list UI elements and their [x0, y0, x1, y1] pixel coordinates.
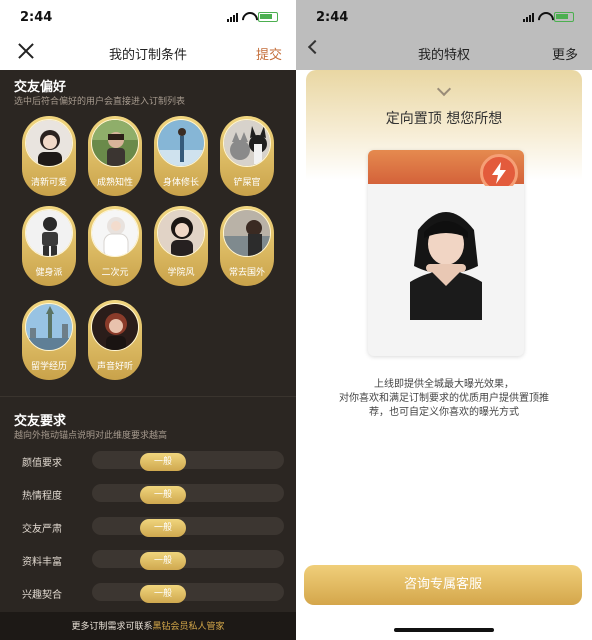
- privilege-card: 定向置顶 想您所想 上线即提供全城最大曝光效果， 对你喜欢和满足订制要求的优质用…: [306, 70, 582, 610]
- butler-link[interactable]: 黑钻会员私人管家: [153, 622, 225, 632]
- home-indicator: [394, 628, 494, 632]
- preference-tile-abroad[interactable]: 常去国外: [220, 206, 274, 286]
- preference-tile-tall[interactable]: 身体修长: [154, 116, 208, 196]
- feature-preview: [368, 150, 524, 356]
- page-title: 我的订制条件: [108, 48, 187, 63]
- privileges-screen: 2:44 我的特权 更多 定向置顶 想您所想 上线即提供全城最大曝光效果， 对你…: [296, 0, 592, 640]
- preference-label: 学院风: [167, 268, 195, 278]
- contact-service-button[interactable]: 咨询专属客服: [304, 565, 582, 605]
- preference-photo: [25, 209, 73, 257]
- nav-bar: 我的订制条件 提交: [0, 36, 296, 70]
- requirement-slider[interactable]: 一般: [92, 451, 284, 471]
- preference-tile-nice-voice[interactable]: 声音好听: [88, 300, 142, 380]
- submit-button[interactable]: 提交: [256, 44, 282, 63]
- status-bar: 2:44: [0, 0, 296, 36]
- requirement-row-profile-richness: 资料丰富 一般: [12, 548, 286, 570]
- slider-thumb[interactable]: 一般: [140, 453, 186, 471]
- requirement-label: 交友严肃: [22, 524, 62, 535]
- cell-signal-icon: [227, 13, 238, 22]
- preference-label: 健身派: [35, 268, 63, 278]
- preference-photo: [91, 303, 139, 351]
- preference-tile-anime[interactable]: 二次元: [88, 206, 142, 286]
- requirement-label: 颜值要求: [22, 458, 62, 469]
- more-button[interactable]: 更多: [552, 44, 578, 63]
- slider-thumb[interactable]: 一般: [140, 585, 186, 603]
- wifi-icon: [538, 12, 550, 22]
- preference-tile-fitness[interactable]: 健身派: [22, 206, 76, 286]
- preference-label: 留学经历: [30, 362, 67, 372]
- slider-thumb[interactable]: 一般: [140, 552, 186, 570]
- requirement-slider[interactable]: 一般: [92, 517, 284, 537]
- requirement-label: 资料丰富: [22, 557, 62, 568]
- status-time: 2:44: [316, 10, 349, 25]
- description-line: 对你喜欢和满足订制要求的优质用户提供置顶推: [339, 393, 549, 404]
- privilege-description: 上线即提供全城最大曝光效果， 对你喜欢和满足订制要求的优质用户提供置顶推 荐，也…: [306, 378, 582, 420]
- requirement-row-seriousness: 交友严肃 一般: [12, 515, 286, 537]
- preference-label: 清新可爱: [30, 178, 67, 188]
- preference-photo: [25, 303, 73, 351]
- preference-label: 声音好听: [96, 362, 133, 372]
- privilege-headline: 定向置顶 想您所想: [385, 111, 503, 127]
- description-line: 上线即提供全城最大曝光效果，: [374, 379, 514, 390]
- requirements-subtitle: 越向外拖动锚点说明对此维度要求越高: [14, 431, 168, 441]
- page-title: 我的特权: [417, 48, 470, 63]
- requirement-row-enthusiasm: 热情程度 一般: [12, 482, 286, 504]
- preference-tile-academy[interactable]: 学院风: [154, 206, 208, 286]
- profile-photo: [372, 186, 520, 320]
- description-line: 荐，也可自定义你喜欢的曝光方式: [369, 407, 519, 418]
- requirement-slider[interactable]: 一般: [92, 583, 284, 603]
- preference-photo: [91, 209, 139, 257]
- preference-photo: [91, 119, 139, 167]
- section-divider: [0, 396, 296, 397]
- slider-thumb[interactable]: 一般: [140, 519, 186, 537]
- status-icons: [227, 12, 278, 22]
- requirement-label: 热情程度: [22, 491, 62, 502]
- slider-thumb[interactable]: 一般: [140, 486, 186, 504]
- preferences-subtitle: 选中后符合偏好的用户会直接进入订制列表: [14, 97, 186, 107]
- preferences-title: 交友偏好: [14, 80, 67, 95]
- status-nav-area: 2:44 我的特权 更多: [296, 0, 592, 70]
- requirement-slider[interactable]: 一般: [92, 484, 284, 504]
- preference-tile-mature[interactable]: 成熟知性: [88, 116, 142, 196]
- cell-signal-icon: [523, 13, 534, 22]
- preference-label: 成熟知性: [96, 178, 133, 188]
- preference-label: 常去国外: [228, 268, 265, 278]
- preference-tile-fresh-cute[interactable]: 清新可爱: [22, 116, 76, 196]
- preference-photo: [157, 119, 205, 167]
- preference-tile-pet-owner[interactable]: 铲屎官: [220, 116, 274, 196]
- requirement-row-interest-match: 兴趣契合 一般: [12, 581, 286, 603]
- preference-label: 二次元: [101, 268, 129, 278]
- requirement-slider[interactable]: 一般: [92, 550, 284, 570]
- wifi-icon: [242, 12, 254, 22]
- requirement-row-appearance: 颜值要求 一般: [12, 449, 286, 471]
- requirement-label: 兴趣契合: [22, 590, 62, 601]
- footer-note: 更多订制需求可联系黑钻会员私人管家: [0, 612, 296, 640]
- preference-photo: [157, 209, 205, 257]
- status-icons: [523, 12, 574, 22]
- preference-photo: [25, 119, 73, 167]
- preference-label: 身体修长: [162, 178, 199, 188]
- battery-icon: [554, 12, 574, 22]
- preference-tile-study-abroad[interactable]: 留学经历: [22, 300, 76, 380]
- customization-screen: 2:44 我的订制条件 提交 交友偏好 选中后符合偏好的用户会直接进入订制列表 …: [0, 0, 296, 640]
- footer-text: 更多订制需求可联系: [71, 622, 153, 632]
- preference-photo: [223, 209, 271, 257]
- status-time: 2:44: [20, 10, 53, 25]
- preference-label: 铲屎官: [233, 178, 261, 188]
- requirements-title: 交友要求: [14, 414, 67, 429]
- preference-photo: [223, 119, 271, 167]
- battery-icon: [258, 12, 278, 22]
